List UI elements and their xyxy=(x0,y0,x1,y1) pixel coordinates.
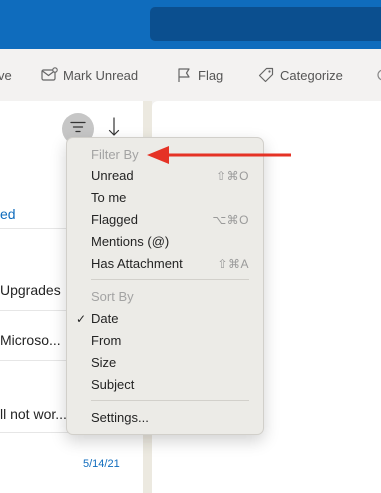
tag-icon xyxy=(258,67,274,83)
filter-icon xyxy=(70,120,86,138)
menu-item-label: Has Attachment xyxy=(91,256,183,271)
filter-by-label: Filter By xyxy=(91,147,139,162)
categorize-label: Categorize xyxy=(280,67,343,83)
mark-unread-label: Mark Unread xyxy=(63,67,139,83)
menu-divider xyxy=(91,279,249,280)
menu-item-settings[interactable]: Settings... xyxy=(67,408,263,428)
menu-item-label: Subject xyxy=(91,377,135,392)
menu-item-shortcut: ⇧⌘O xyxy=(216,169,249,183)
sort-by-label: Sort By xyxy=(91,289,134,304)
checkmark-icon: ✓ xyxy=(76,312,87,326)
menu-item-flagged[interactable]: Flagged ⌥⌘O xyxy=(67,210,263,230)
filter-sort-menu: Filter By Unread ⇧⌘O To me Flagged ⌥⌘O M… xyxy=(66,137,264,435)
archive-button[interactable]: ve xyxy=(0,66,12,84)
menu-item-mentions[interactable]: Mentions (@) xyxy=(67,232,263,252)
menu-item-unread[interactable]: Unread ⇧⌘O xyxy=(67,166,263,186)
menu-item-subject[interactable]: Subject xyxy=(67,375,263,395)
menu-item-to-me[interactable]: To me xyxy=(67,188,263,208)
menu-item-label: Size xyxy=(91,355,117,370)
app-header xyxy=(0,0,381,49)
message-date: 5/14/21 xyxy=(83,458,120,470)
menu-item-label: Date xyxy=(91,311,119,326)
menu-item-label: Settings... xyxy=(91,410,149,425)
message-subject[interactable]: Microso... xyxy=(0,332,61,348)
menu-item-label: Flagged xyxy=(91,212,138,227)
menu-item-label: From xyxy=(91,333,122,348)
flag-icon xyxy=(176,67,192,83)
more-toolbar-icon[interactable] xyxy=(376,66,381,84)
menu-item-date[interactable]: ✓ Date xyxy=(67,309,263,329)
menu-item-shortcut: ⇧⌘A xyxy=(217,257,249,271)
menu-item-label: To me xyxy=(91,190,127,205)
menu-item-label: Unread xyxy=(91,168,134,183)
command-toolbar: ve Mark Unread Flag Categorize xyxy=(0,49,381,101)
flag-button[interactable]: Flag xyxy=(176,66,223,84)
categorize-button[interactable]: Categorize xyxy=(258,66,343,84)
flag-label: Flag xyxy=(198,67,224,83)
focused-tab[interactable]: ed xyxy=(0,206,16,222)
menu-item-label: Mentions (@) xyxy=(91,234,170,249)
menu-divider xyxy=(91,400,249,401)
menu-item-size[interactable]: Size xyxy=(67,353,263,373)
sort-by-header: Sort By xyxy=(67,287,263,307)
message-subject[interactable]: ll not wor... xyxy=(0,406,67,422)
menu-item-shortcut: ⌥⌘O xyxy=(212,213,249,227)
archive-label: ve xyxy=(0,67,12,83)
message-subject[interactable]: Upgrades xyxy=(0,282,61,298)
envelope-icon xyxy=(41,67,58,83)
search-box[interactable] xyxy=(150,7,381,41)
mark-unread-button[interactable]: Mark Unread xyxy=(41,66,138,84)
menu-item-has-attachment[interactable]: Has Attachment ⇧⌘A xyxy=(67,254,263,274)
menu-item-from[interactable]: From xyxy=(67,331,263,351)
annotation-arrow-icon xyxy=(147,146,291,164)
